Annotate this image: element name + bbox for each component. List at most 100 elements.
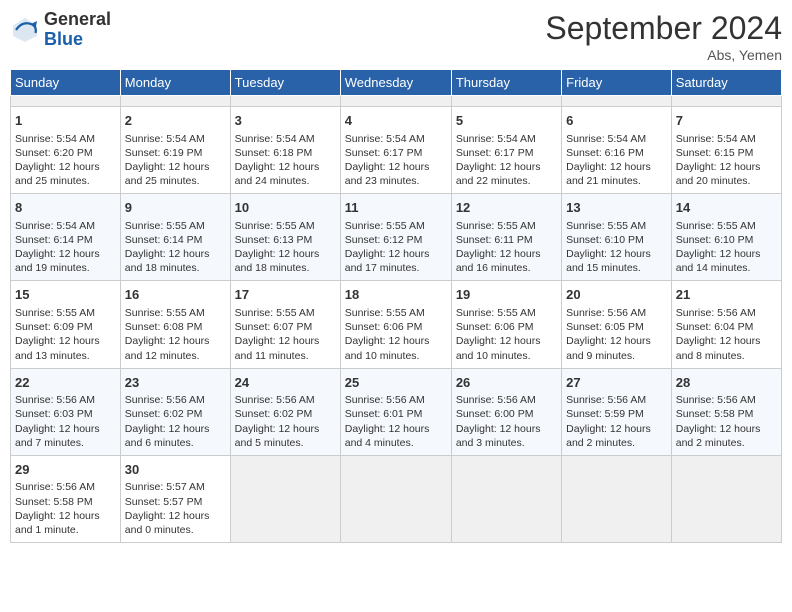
- calendar-cell: 28Sunrise: 5:56 AMSunset: 5:58 PMDayligh…: [671, 368, 781, 455]
- cell-info: Daylight: 12 hours and 4 minutes.: [345, 422, 447, 450]
- calendar-cell: 9Sunrise: 5:55 AMSunset: 6:14 PMDaylight…: [120, 194, 230, 281]
- calendar-cell: [11, 96, 121, 107]
- cell-info: Daylight: 12 hours and 24 minutes.: [235, 160, 336, 188]
- cell-info: Sunrise: 5:54 AM: [676, 132, 777, 146]
- day-number: 9: [125, 199, 226, 217]
- cell-info: Daylight: 12 hours and 17 minutes.: [345, 247, 447, 275]
- calendar-cell: [230, 96, 340, 107]
- cell-info: Sunset: 6:08 PM: [125, 320, 226, 334]
- cell-info: Sunset: 6:07 PM: [235, 320, 336, 334]
- calendar-week-6: 29Sunrise: 5:56 AMSunset: 5:58 PMDayligh…: [11, 455, 782, 542]
- cell-info: Sunrise: 5:56 AM: [566, 393, 667, 407]
- day-number: 19: [456, 286, 557, 304]
- day-number: 11: [345, 199, 447, 217]
- day-number: 4: [345, 112, 447, 130]
- day-number: 30: [125, 461, 226, 479]
- cell-info: Sunrise: 5:56 AM: [456, 393, 557, 407]
- day-number: 3: [235, 112, 336, 130]
- weekday-header-thursday: Thursday: [451, 70, 561, 96]
- cell-info: Sunrise: 5:55 AM: [676, 219, 777, 233]
- cell-info: Sunrise: 5:55 AM: [345, 306, 447, 320]
- day-number: 22: [15, 374, 116, 392]
- day-number: 16: [125, 286, 226, 304]
- day-number: 12: [456, 199, 557, 217]
- cell-info: Daylight: 12 hours and 0 minutes.: [125, 509, 226, 537]
- cell-info: Sunset: 6:14 PM: [15, 233, 116, 247]
- day-number: 24: [235, 374, 336, 392]
- calendar-cell: 11 Sunrise: 5:55 AMSunset: 6:12 PMDayligh…: [340, 194, 451, 281]
- cell-info: Sunrise: 5:55 AM: [125, 219, 226, 233]
- cell-info: Sunrise: 5:54 AM: [125, 132, 226, 146]
- weekday-header-row: SundayMondayTuesdayWednesdayThursdayFrid…: [11, 70, 782, 96]
- cell-info: Sunrise: 5:56 AM: [566, 306, 667, 320]
- cell-info: Daylight: 12 hours and 2 minutes.: [566, 422, 667, 450]
- calendar-cell: [671, 455, 781, 542]
- calendar-cell: 14Sunrise: 5:55 AMSunset: 6:10 PMDayligh…: [671, 194, 781, 281]
- calendar-cell: 19Sunrise: 5:55 AMSunset: 6:06 PMDayligh…: [451, 281, 561, 368]
- cell-info: Sunset: 6:04 PM: [676, 320, 777, 334]
- day-number: 7: [676, 112, 777, 130]
- cell-info: Sunrise: 5:54 AM: [15, 219, 116, 233]
- cell-info: Sunset: 6:19 PM: [125, 146, 226, 160]
- calendar-cell: 23Sunrise: 5:56 AMSunset: 6:02 PMDayligh…: [120, 368, 230, 455]
- calendar-cell: 12Sunrise: 5:55 AMSunset: 6:11 PMDayligh…: [451, 194, 561, 281]
- calendar-cell: 25Sunrise: 5:56 AMSunset: 6:01 PMDayligh…: [340, 368, 451, 455]
- calendar-cell: [340, 455, 451, 542]
- day-number: 1: [15, 112, 116, 130]
- cell-info: Sunrise: 5:56 AM: [15, 393, 116, 407]
- cell-info: Sunrise: 5:55 AM: [345, 219, 447, 233]
- cell-info: Sunset: 6:12 PM: [345, 233, 447, 247]
- calendar-week-4: 15Sunrise: 5:55 AMSunset: 6:09 PMDayligh…: [11, 281, 782, 368]
- cell-info: Sunset: 6:16 PM: [566, 146, 667, 160]
- calendar-cell: [120, 96, 230, 107]
- cell-info: Sunset: 5:57 PM: [125, 495, 226, 509]
- cell-info: Daylight: 12 hours and 5 minutes.: [235, 422, 336, 450]
- cell-info: Sunrise: 5:56 AM: [15, 480, 116, 494]
- calendar-cell: 6Sunrise: 5:54 AMSunset: 6:16 PMDaylight…: [562, 107, 672, 194]
- cell-info: Sunset: 6:11 PM: [456, 233, 557, 247]
- calendar-cell: [451, 455, 561, 542]
- cell-info: Daylight: 12 hours and 16 minutes.: [456, 247, 557, 275]
- cell-info: Sunset: 5:58 PM: [676, 407, 777, 421]
- cell-info: Sunrise: 5:54 AM: [566, 132, 667, 146]
- cell-info: Sunrise: 5:55 AM: [125, 306, 226, 320]
- calendar-cell: 2Sunrise: 5:54 AMSunset: 6:19 PMDaylight…: [120, 107, 230, 194]
- cell-info: Daylight: 12 hours and 8 minutes.: [676, 334, 777, 362]
- day-number: 14: [676, 199, 777, 217]
- cell-info: Sunrise: 5:54 AM: [456, 132, 557, 146]
- calendar-cell: 22Sunrise: 5:56 AMSunset: 6:03 PMDayligh…: [11, 368, 121, 455]
- calendar-cell: 8Sunrise: 5:54 AMSunset: 6:14 PMDaylight…: [11, 194, 121, 281]
- calendar-week-2: 1Sunrise: 5:54 AMSunset: 6:20 PMDaylight…: [11, 107, 782, 194]
- calendar-cell: 1Sunrise: 5:54 AMSunset: 6:20 PMDaylight…: [11, 107, 121, 194]
- cell-info: Daylight: 12 hours and 9 minutes.: [566, 334, 667, 362]
- calendar-cell: 29Sunrise: 5:56 AMSunset: 5:58 PMDayligh…: [11, 455, 121, 542]
- calendar-cell: [230, 455, 340, 542]
- day-number: 28: [676, 374, 777, 392]
- weekday-header-saturday: Saturday: [671, 70, 781, 96]
- day-number: 21: [676, 286, 777, 304]
- calendar-cell: 15Sunrise: 5:55 AMSunset: 6:09 PMDayligh…: [11, 281, 121, 368]
- cell-info: Sunrise: 5:54 AM: [235, 132, 336, 146]
- cell-info: Sunset: 6:06 PM: [345, 320, 447, 334]
- cell-info: Daylight: 12 hours and 19 minutes.: [15, 247, 116, 275]
- logo: General Blue: [10, 10, 111, 50]
- cell-info: Daylight: 12 hours and 3 minutes.: [456, 422, 557, 450]
- weekday-header-sunday: Sunday: [11, 70, 121, 96]
- cell-info: Daylight: 12 hours and 6 minutes.: [125, 422, 226, 450]
- calendar-cell: 20Sunrise: 5:56 AMSunset: 6:05 PMDayligh…: [562, 281, 672, 368]
- calendar-cell: 17Sunrise: 5:55 AMSunset: 6:07 PMDayligh…: [230, 281, 340, 368]
- calendar-cell: [562, 455, 672, 542]
- cell-info: Sunset: 6:15 PM: [676, 146, 777, 160]
- calendar-cell: 5Sunrise: 5:54 AMSunset: 6:17 PMDaylight…: [451, 107, 561, 194]
- weekday-header-tuesday: Tuesday: [230, 70, 340, 96]
- cell-info: Sunrise: 5:54 AM: [345, 132, 447, 146]
- calendar-cell: 10Sunrise: 5:55 AMSunset: 6:13 PMDayligh…: [230, 194, 340, 281]
- cell-info: Sunrise: 5:55 AM: [15, 306, 116, 320]
- cell-info: Daylight: 12 hours and 18 minutes.: [125, 247, 226, 275]
- cell-info: Daylight: 12 hours and 23 minutes.: [345, 160, 447, 188]
- calendar-cell: [671, 96, 781, 107]
- day-number: 23: [125, 374, 226, 392]
- location: Abs, Yemen: [545, 47, 782, 63]
- cell-info: Sunset: 6:03 PM: [15, 407, 116, 421]
- day-number: 26: [456, 374, 557, 392]
